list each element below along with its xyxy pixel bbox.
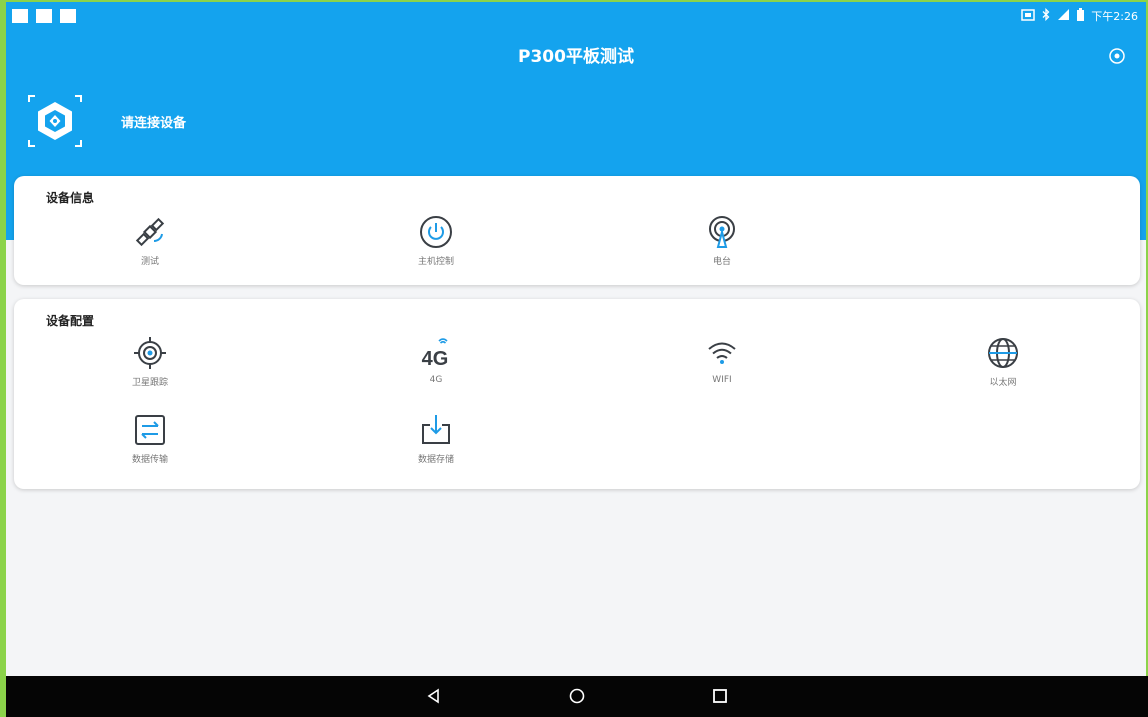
satellite-tracking-item[interactable]: 卫星跟踪 (90, 335, 210, 388)
page-title: P300平板测试 (518, 47, 634, 67)
download-icon (422, 415, 450, 444)
item-label: WIFI (712, 375, 732, 385)
connect-device-link[interactable]: 请连接设备 (121, 112, 186, 131)
item-label: 以太网 (989, 378, 1017, 388)
status-indicators: 下午2:26 (1021, 7, 1138, 24)
status-time: 下午2:26 (1091, 10, 1138, 23)
data-storage-item[interactable]: 数据存储 (376, 412, 496, 465)
notification-icon (60, 9, 76, 23)
home-icon (569, 688, 585, 704)
item-label: 数据存储 (417, 455, 454, 465)
settings-button[interactable] (1107, 46, 1127, 66)
item-label: 卫星跟踪 (131, 378, 168, 388)
home-button[interactable] (567, 686, 587, 706)
power-icon (420, 216, 452, 248)
back-button[interactable] (424, 686, 444, 706)
radio-tower-icon (709, 216, 735, 248)
4g-item[interactable]: 4G 4G (376, 335, 496, 385)
4g-icon: 4G (422, 338, 449, 370)
device-logo[interactable] (27, 94, 83, 148)
vibrate-icon (1021, 8, 1036, 24)
item-label: 数据传输 (131, 455, 168, 465)
device-info-card: 设备信息 测试 主机控制 电台 (14, 176, 1140, 285)
satellite-icon (135, 217, 165, 247)
bluetooth-icon (1042, 7, 1050, 24)
navigation-bar (6, 676, 1148, 717)
notification-icon (12, 9, 28, 23)
signal-icon (1057, 8, 1070, 24)
status-bar: 下午2:26 (6, 2, 1146, 30)
target-icon (134, 337, 166, 369)
test-item[interactable]: 测试 (90, 214, 210, 267)
host-control-item[interactable]: 主机控制 (376, 214, 496, 267)
section-title: 设备信息 (46, 191, 95, 205)
item-label: 4G (429, 375, 443, 385)
back-icon (427, 688, 439, 704)
recents-icon (713, 689, 727, 703)
recents-button[interactable] (710, 686, 730, 706)
svg-text:4G: 4G (422, 348, 449, 370)
globe-icon (988, 338, 1018, 368)
section-title: 设备配置 (46, 314, 95, 328)
item-label: 主机控制 (417, 257, 454, 267)
radio-item[interactable]: 电台 (662, 214, 782, 267)
settings-icon (1109, 48, 1125, 64)
notification-icon (36, 9, 52, 23)
device-config-card: 设备配置 卫星跟踪 4G 4G WIFI 以太网 数据传输 数据存储 (14, 299, 1140, 489)
item-label: 测试 (140, 257, 159, 267)
wifi-icon (708, 342, 736, 364)
ethernet-item[interactable]: 以太网 (943, 335, 1063, 388)
data-transfer-item[interactable]: 数据传输 (90, 412, 210, 465)
wifi-item[interactable]: WIFI (662, 335, 782, 385)
item-label: 电台 (712, 257, 731, 267)
transfer-icon (135, 415, 165, 445)
battery-icon (1077, 8, 1085, 24)
